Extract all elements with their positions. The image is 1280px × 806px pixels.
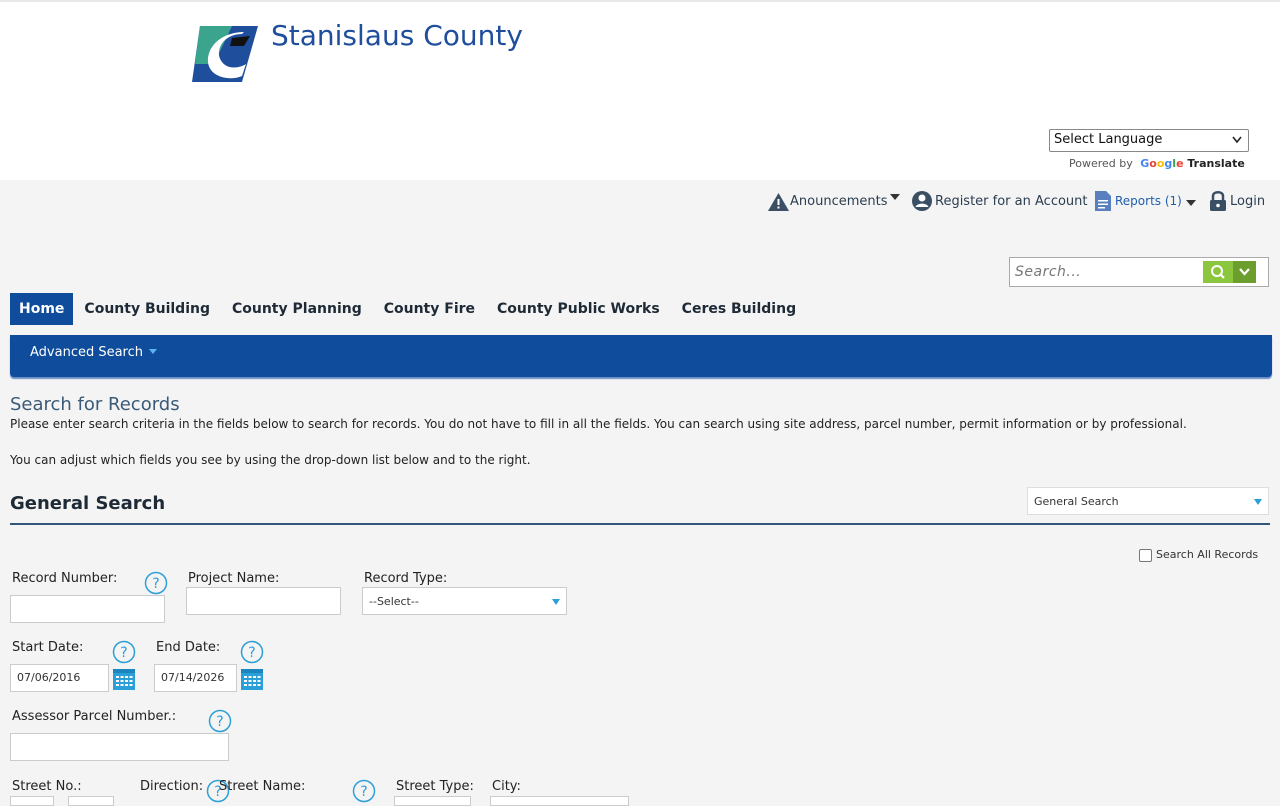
search-input[interactable]: Search... <box>1015 264 1081 280</box>
calendar-icon[interactable] <box>240 667 264 691</box>
tab-county-public-works[interactable]: County Public Works <box>486 293 671 325</box>
login-label: Login <box>1230 194 1266 209</box>
street-name-label: Street Name: <box>219 779 306 794</box>
search-all-records-label[interactable]: Search All Records <box>1156 548 1258 561</box>
record-type-label: Record Type: <box>364 571 448 586</box>
caret-down-icon <box>1185 200 1196 206</box>
reports-link[interactable]: Reports (1) <box>1094 182 1197 212</box>
svg-text:?: ? <box>216 714 223 730</box>
help-icon[interactable]: ? <box>352 779 376 803</box>
announcements-label: Anouncements <box>790 194 888 209</box>
start-date-label: Start Date: <box>12 640 84 655</box>
end-date-label: End Date: <box>156 640 221 655</box>
document-icon <box>1095 191 1111 211</box>
register-link[interactable]: Register for an Account <box>911 182 1088 212</box>
help-icon[interactable]: ? <box>208 709 232 733</box>
site-header: Stanislaus County Select Language Powere… <box>0 0 1280 180</box>
language-select-value: Select Language <box>1054 132 1163 147</box>
svg-text:?: ? <box>360 784 367 800</box>
end-date-input[interactable]: 07/14/2026 <box>154 664 237 692</box>
advanced-search-label: Advanced Search <box>30 345 144 360</box>
tab-home[interactable]: Home <box>10 293 74 325</box>
search-icon <box>1211 265 1225 279</box>
city-input[interactable] <box>490 796 629 806</box>
instructions-text: Please enter search criteria in the fiel… <box>10 417 1187 431</box>
svg-text:?: ? <box>120 645 127 661</box>
lock-icon <box>1210 191 1226 211</box>
caret-down-icon <box>890 194 901 200</box>
street-no-label: Street No.: <box>12 779 82 794</box>
announcements-link[interactable]: Anouncements <box>767 182 901 212</box>
record-type-select[interactable]: --Select-- <box>362 587 567 615</box>
record-number-input[interactable] <box>10 595 165 623</box>
help-icon[interactable]: ? <box>144 571 168 595</box>
page-title: Search for Records <box>10 394 180 415</box>
search-all-records-checkbox[interactable] <box>1139 549 1152 562</box>
street-type-label: Street Type: <box>396 779 474 794</box>
caret-down-icon <box>149 349 158 354</box>
sub-navigation-bar: Advanced Search <box>10 335 1272 377</box>
street-no-from-input[interactable] <box>10 796 54 806</box>
calendar-icon[interactable] <box>112 667 136 691</box>
reports-label: Reports (1) <box>1115 194 1182 208</box>
record-number-label: Record Number: <box>12 571 118 586</box>
start-date-input[interactable]: 07/06/2016 <box>10 664 109 692</box>
register-label: Register for an Account <box>935 194 1088 209</box>
county-logo[interactable] <box>192 24 258 84</box>
help-icon[interactable]: ? <box>240 640 264 664</box>
powered-by-text: Powered by <box>1069 157 1133 170</box>
user-icon <box>912 191 932 211</box>
chevron-down-icon <box>1232 136 1242 144</box>
search-options-button[interactable] <box>1233 261 1256 283</box>
county-title[interactable]: Stanislaus County <box>271 19 523 52</box>
apn-label: Assessor Parcel Number.: <box>12 709 177 724</box>
warning-icon <box>768 193 789 211</box>
translate-link[interactable]: Translate <box>1187 157 1244 170</box>
tab-county-planning[interactable]: County Planning <box>221 293 373 325</box>
chevron-down-icon <box>1239 268 1250 276</box>
module-tabs: Home County Building County Planning Cou… <box>10 293 807 325</box>
section-title: General Search <box>10 493 166 514</box>
google-logo[interactable]: Google <box>1140 157 1187 170</box>
tab-ceres-building[interactable]: Ceres Building <box>671 293 807 325</box>
chevron-down-icon <box>552 599 560 605</box>
record-type-value: --Select-- <box>369 595 419 608</box>
instructions-text-2: You can adjust which fields you see by u… <box>10 453 531 467</box>
help-icon[interactable]: ? <box>112 640 136 664</box>
tab-county-building[interactable]: County Building <box>73 293 221 325</box>
section-divider <box>10 523 1270 525</box>
advanced-search-menu[interactable]: Advanced Search <box>30 345 159 360</box>
tab-county-fire[interactable]: County Fire <box>373 293 486 325</box>
svg-text:?: ? <box>248 645 255 661</box>
city-label: City: <box>492 779 521 794</box>
search-button[interactable] <box>1203 261 1233 283</box>
project-name-label: Project Name: <box>188 571 280 586</box>
direction-label: Direction: <box>140 779 204 794</box>
chevron-down-icon <box>1254 499 1262 505</box>
search-type-select[interactable]: General Search <box>1027 487 1269 515</box>
street-no-to-input[interactable] <box>68 796 114 806</box>
language-select[interactable]: Select Language <box>1049 129 1249 152</box>
apn-input[interactable] <box>10 733 229 761</box>
global-search: Search... <box>1009 257 1269 287</box>
project-name-input[interactable] <box>186 587 341 615</box>
svg-text:?: ? <box>152 576 159 592</box>
powered-by-google: Powered by Google Translate <box>1069 157 1245 170</box>
street-type-select[interactable] <box>394 796 471 806</box>
login-link[interactable]: Login <box>1209 182 1265 212</box>
search-type-value: General Search <box>1034 495 1119 508</box>
